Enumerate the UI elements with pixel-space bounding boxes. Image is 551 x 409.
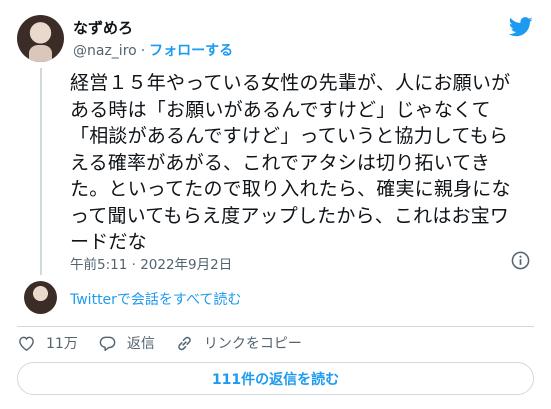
tweet-actions: 11万 返信 リンクをコピー [17,333,322,353]
like-count: 11万 [46,336,78,352]
read-conversation-link[interactable]: Twitterで会話をすべて読む [70,289,241,309]
author-handle-row: @naz_iro · フォローする [73,40,233,60]
author-display-name[interactable]: なずめろ [73,17,133,38]
info-icon[interactable] [511,251,530,270]
heart-icon [19,336,34,351]
reply-label: 返信 [126,336,155,352]
handle-separator: · [140,43,146,59]
conversation-avatar [24,281,57,314]
tweet-text: 経営１５年やっている女性の先輩が、人にお願いが ある時は「お願いがあるんですけど… [70,72,511,253]
follow-button[interactable]: フォローする [149,43,233,59]
actions-divider [17,326,534,327]
reply-icon [99,336,116,351]
link-icon [178,336,191,350]
tweet-timestamp[interactable]: 午前5:11 · 2022年9月2日 [70,253,232,273]
twitter-bird-icon[interactable] [509,17,533,37]
embedded-tweet-card: なずめろ @naz_iro · フォローする 経営１５年やっている女性の先輩が、人に… [0,0,551,409]
like-action[interactable]: 11万 [17,333,78,353]
author-avatar[interactable] [17,15,64,62]
author-handle[interactable]: @naz_iro [73,43,137,59]
reply-action[interactable]: 返信 [98,333,155,353]
copy-link-label: リンクをコピー [203,336,302,352]
thread-line [40,68,42,275]
copy-link-action[interactable]: リンクをコピー [175,333,302,353]
read-replies-button[interactable]: 111件の返信を読む [17,362,534,395]
